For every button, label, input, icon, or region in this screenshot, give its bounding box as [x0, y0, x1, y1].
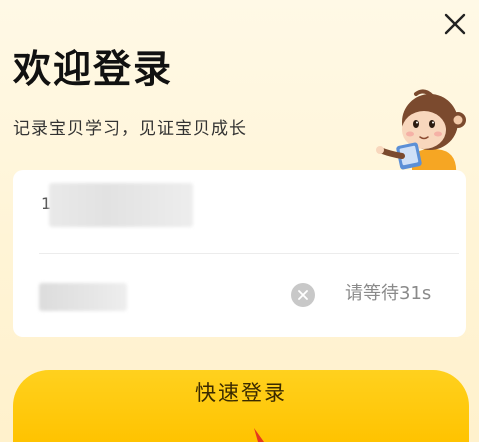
form-divider	[39, 253, 459, 254]
verification-code-row: 请等待31s	[13, 256, 466, 336]
login-screen: 欢迎登录 记录宝贝学习，见证宝贝成长 1 请等待31s 快速登录	[0, 0, 479, 442]
cursor-arrow-icon	[254, 428, 264, 442]
phone-number-redacted	[49, 183, 193, 227]
resend-countdown: 请等待31s	[345, 283, 432, 304]
verification-code-redacted	[39, 283, 127, 311]
quick-login-button[interactable]: 快速登录	[13, 370, 469, 442]
phone-row: 1	[13, 170, 466, 252]
close-icon	[444, 13, 466, 35]
clear-circle-icon	[298, 290, 308, 300]
clear-input-button[interactable]	[291, 283, 315, 307]
close-button[interactable]	[439, 8, 471, 40]
page-subtitle: 记录宝贝学习，见证宝贝成长	[13, 119, 247, 139]
monkey-mascot-icon	[376, 89, 466, 178]
login-form-card: 1 请等待31s	[13, 170, 466, 337]
page-title: 欢迎登录	[13, 47, 174, 91]
